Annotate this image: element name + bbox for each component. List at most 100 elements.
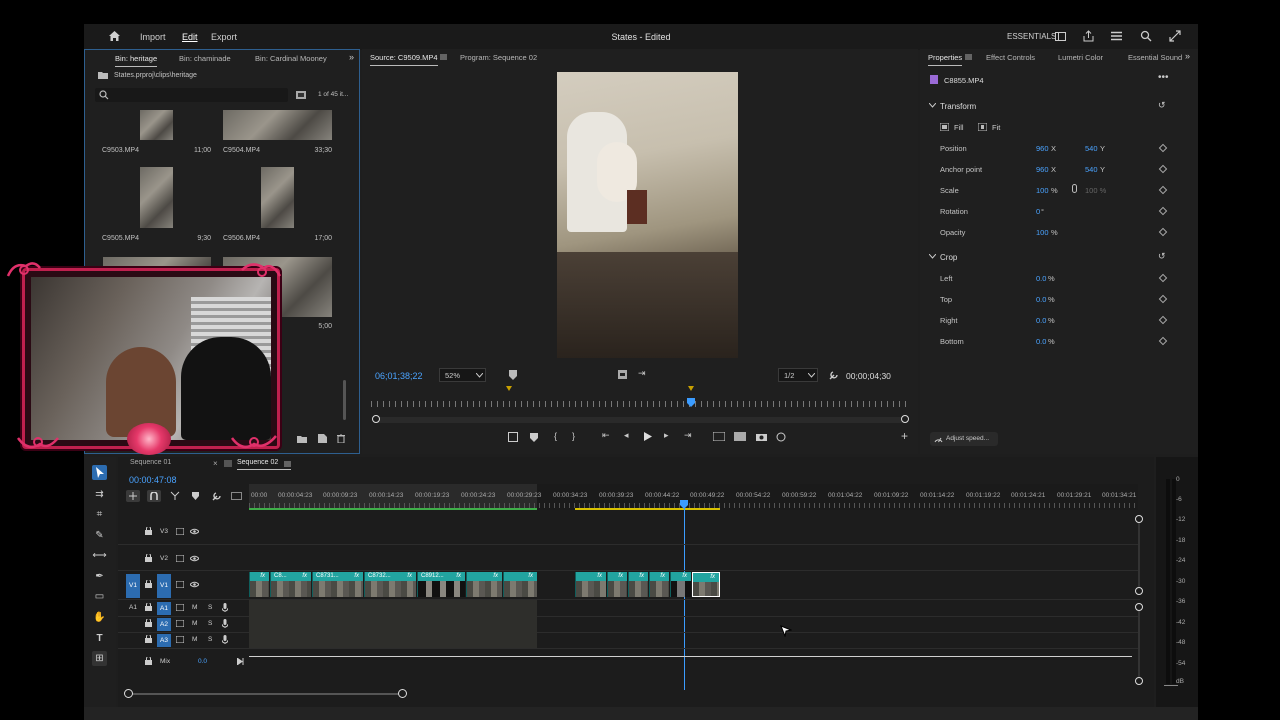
lock-icon[interactable] — [145, 527, 152, 535]
keyframe-toggle[interactable] — [1158, 336, 1168, 346]
sync-lock-icon[interactable] — [176, 581, 184, 588]
lock-icon[interactable] — [145, 580, 152, 588]
microphone-icon[interactable] — [222, 635, 228, 644]
reset-icon[interactable]: ↺ — [1158, 252, 1166, 261]
type-tool-icon[interactable]: T — [92, 631, 107, 646]
menu-icon[interactable] — [284, 461, 291, 467]
tab-bin-chaminade[interactable]: Bin: chaminade — [179, 54, 231, 63]
timeline-clip[interactable]: C8732... fx — [364, 572, 416, 597]
scroll-handle[interactable] — [1135, 677, 1143, 685]
track-a3-target[interactable]: A3 — [157, 634, 171, 647]
close-icon[interactable]: × — [213, 459, 218, 468]
crop-right-value[interactable]: 0.0 — [1036, 316, 1046, 325]
safe-margins-icon[interactable] — [618, 370, 627, 379]
pen-tool-icon[interactable]: ✒ — [92, 569, 107, 584]
fullscreen-icon[interactable] — [1169, 30, 1181, 42]
vertical-scrollbar[interactable] — [1138, 523, 1140, 587]
sync-lock-icon[interactable] — [176, 555, 184, 562]
tab-effect-controls[interactable]: Effect Controls — [986, 53, 1035, 62]
tab-essential-sound[interactable]: Essential Sound — [1128, 53, 1182, 62]
track-v1-target[interactable]: V1 — [157, 574, 171, 598]
timeline-clip-selected[interactable]: fx — [692, 572, 720, 597]
timeline-clip[interactable]: fx — [575, 572, 606, 597]
sync-lock-icon[interactable] — [176, 528, 184, 535]
camera-icon[interactable] — [756, 432, 767, 441]
keyframe-toggle[interactable] — [1158, 206, 1168, 216]
horizontal-scrollbar[interactable] — [128, 693, 403, 695]
source-patch-v1[interactable]: V1 — [126, 574, 140, 598]
workspace-label[interactable]: ESSENTIALS — [1007, 32, 1056, 41]
timeline-timecode[interactable]: 00:00:47:08 — [129, 475, 177, 485]
go-to-out-icon[interactable]: ⇥ — [684, 431, 692, 440]
keyframe-toggle[interactable] — [1158, 164, 1168, 174]
timeline-clip[interactable]: fx — [628, 572, 648, 597]
in-marker[interactable] — [506, 386, 512, 392]
lock-icon[interactable] — [145, 554, 152, 562]
menu-icon[interactable] — [1111, 31, 1122, 41]
lock-icon[interactable] — [145, 635, 152, 643]
tab-bin-heritage[interactable]: Bin: heritage — [115, 54, 158, 67]
step-back-icon[interactable]: ◂ — [624, 431, 629, 440]
clip-thumbnail[interactable] — [140, 110, 173, 140]
menu-icon[interactable] — [965, 54, 972, 60]
clip-thumbnail[interactable] — [261, 167, 294, 228]
panel-icon[interactable] — [1055, 31, 1066, 42]
track-select-tool-icon[interactable]: ⇉ — [92, 487, 107, 502]
wrench-icon[interactable] — [211, 491, 221, 501]
compare-icon[interactable] — [776, 432, 786, 442]
scroll-handle[interactable] — [398, 689, 407, 698]
timeline-clip[interactable]: fx — [503, 572, 537, 597]
share-icon[interactable] — [1083, 30, 1094, 42]
timeline-clip[interactable]: fx — [466, 572, 502, 597]
fill-icon[interactable] — [940, 123, 949, 131]
mark-in-icon[interactable]: { — [554, 432, 557, 441]
chevron-down-icon[interactable] — [929, 254, 936, 259]
go-to-end-icon[interactable] — [237, 658, 245, 665]
link-icon[interactable] — [1072, 184, 1077, 193]
insert-icon[interactable] — [713, 432, 725, 441]
timeline-clip[interactable]: C8731... fx — [312, 572, 363, 597]
search-input[interactable] — [95, 88, 288, 102]
snap-magnet[interactable] — [147, 490, 161, 502]
timeline-clip[interactable]: fx — [249, 572, 269, 597]
panel-overflow-icon[interactable]: » — [349, 53, 354, 62]
tab-bin-cardinal[interactable]: Bin: Cardinal Mooney — [255, 54, 327, 63]
fill-label[interactable]: Fill — [954, 123, 964, 132]
adjust-speed-button[interactable]: Adjust speed... — [930, 432, 998, 446]
caption-tool-icon[interactable]: ⊞ — [92, 651, 107, 666]
time-ruler[interactable] — [371, 401, 906, 407]
linked-selection-icon[interactable] — [170, 491, 180, 500]
menu-icon[interactable] — [440, 54, 447, 60]
timeline-clip[interactable]: fx — [670, 572, 691, 597]
position-y[interactable]: 540 — [1085, 144, 1098, 153]
selection-tool[interactable] — [92, 465, 107, 480]
step-forward-icon[interactable]: ▸ — [664, 431, 669, 440]
go-to-in-icon[interactable]: ⇤ — [602, 431, 610, 440]
playhead[interactable] — [687, 398, 695, 407]
anchor-x[interactable]: 960 — [1036, 165, 1049, 174]
play-icon[interactable] — [644, 432, 652, 441]
rotation-value[interactable]: 0 — [1036, 207, 1040, 216]
tab-lumetri-color[interactable]: Lumetri Color — [1058, 53, 1103, 62]
mix-volume[interactable]: 0.0 — [198, 658, 207, 665]
slip-tool-icon[interactable]: ⟷ — [92, 548, 107, 563]
opacity-value[interactable]: 100 — [1036, 228, 1049, 237]
crop-top-value[interactable]: 0.0 — [1036, 295, 1046, 304]
clip-thumbnail[interactable] — [140, 167, 173, 228]
mute-button[interactable]: M — [192, 604, 197, 611]
mute-button[interactable]: M — [192, 636, 197, 643]
eye-icon[interactable] — [190, 581, 199, 588]
sync-lock-icon[interactable] — [176, 636, 184, 643]
reset-icon[interactable]: ↺ — [1158, 101, 1166, 110]
marker-icon[interactable] — [530, 433, 538, 442]
lock-icon[interactable] — [145, 657, 152, 665]
tab-sequence-02[interactable]: Sequence 02 — [237, 459, 278, 466]
timeline-clip[interactable]: fx — [607, 572, 627, 597]
scroll-handle[interactable] — [1135, 515, 1143, 523]
tab-program[interactable]: Program: Sequence 02 — [460, 53, 537, 62]
tab-sequence-01[interactable]: Sequence 01 — [130, 459, 171, 466]
ripple-edit-tool-icon[interactable]: ⌗ — [92, 507, 107, 522]
crop-bottom-value[interactable]: 0.0 — [1036, 337, 1046, 346]
track-a1-target[interactable]: A1 — [157, 602, 171, 615]
timeline-clip[interactable]: C8... fx — [270, 572, 311, 597]
